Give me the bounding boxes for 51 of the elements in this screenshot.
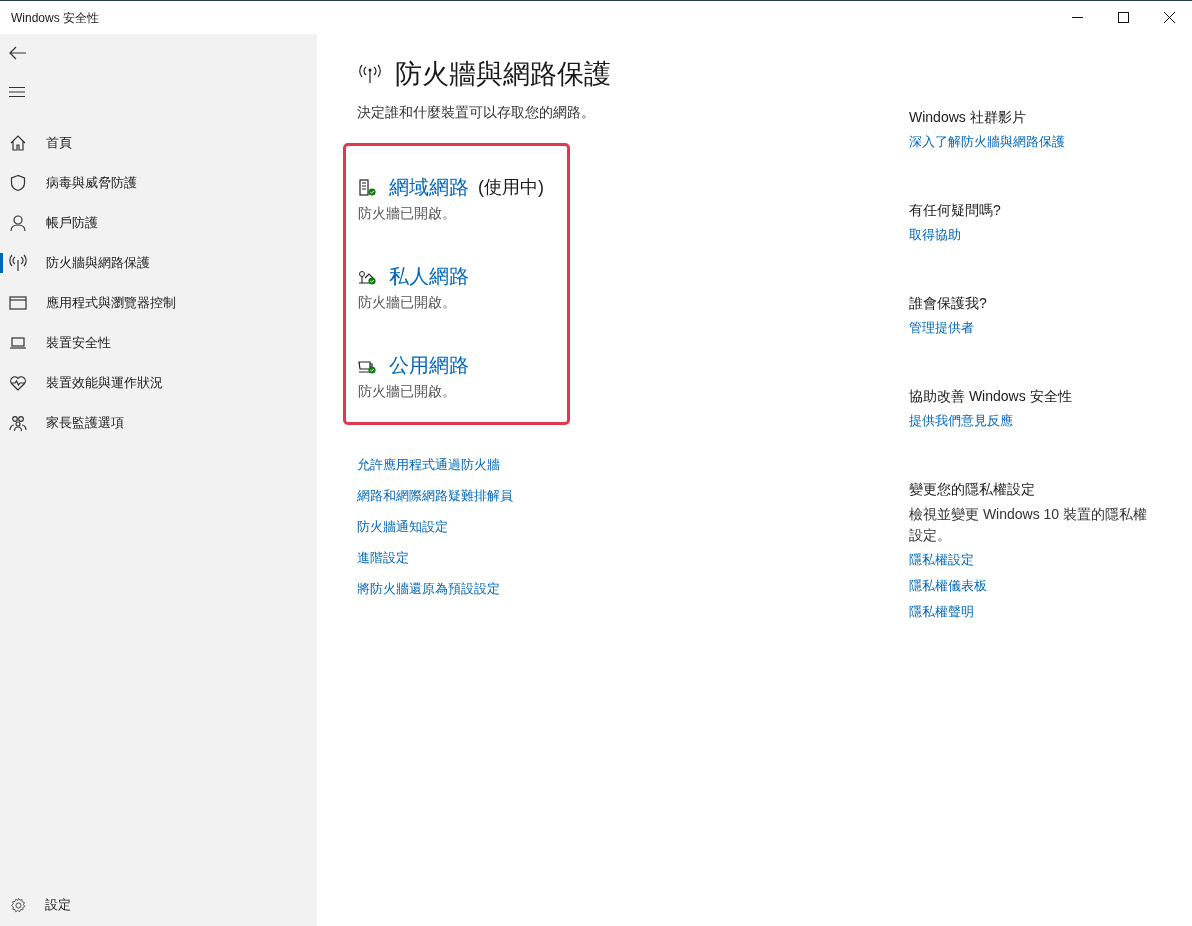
- firewall-status: 防火牆已開啟。: [358, 382, 457, 401]
- close-icon: [1163, 12, 1175, 23]
- person-icon: [9, 214, 27, 232]
- page-subtitle: 決定誰和什麼裝置可以存取您的網路。: [357, 103, 596, 122]
- link[interactable]: 將防火牆還原為預設設定: [357, 579, 500, 599]
- maximize-icon: [1117, 12, 1129, 23]
- link[interactable]: 允許應用程式通過防火牆: [357, 455, 500, 475]
- network-link[interactable]: 私人網路: [389, 262, 469, 290]
- window-title: Windows 安全性: [10, 9, 100, 27]
- link[interactable]: 取得協助: [909, 225, 961, 245]
- page-title: 防火牆與網路保護: [395, 58, 611, 91]
- link[interactable]: 提供我們意見反應: [909, 411, 1013, 431]
- settings-item[interactable]: 設定: [0, 885, 317, 925]
- link[interactable]: 隱私權儀表板: [909, 576, 987, 596]
- network-link[interactable]: 網域網路: [389, 173, 469, 201]
- heart-pulse-icon: [9, 374, 27, 392]
- section-heading: Windows 社群影片: [909, 108, 1027, 127]
- settings-icon: [10, 896, 27, 914]
- laptop-icon: [9, 334, 27, 352]
- building-check-icon: [358, 178, 376, 196]
- sidebar-item[interactable]: 家長監護選項: [0, 413, 317, 433]
- link[interactable]: 網路和網際網路疑難排解員: [357, 486, 513, 506]
- sidebar-item[interactable]: 裝置安全性: [0, 333, 317, 353]
- link[interactable]: 隱私權聲明: [909, 602, 974, 622]
- home-icon: [9, 134, 27, 152]
- section-text: 檢視並變更 Windows 10 裝置的隱私權設定。: [909, 505, 1149, 545]
- link[interactable]: 進階設定: [357, 548, 409, 568]
- antenna-icon: [9, 254, 27, 272]
- antenna-icon: [357, 64, 383, 84]
- firewall-status: 防火牆已開啟。: [358, 204, 457, 223]
- sidebar-item[interactable]: 裝置效能與運作狀況: [0, 373, 317, 393]
- network-link[interactable]: 公用網路: [389, 351, 469, 379]
- network-active-label: (使用中): [478, 176, 544, 199]
- sidebar-item[interactable]: 防火牆與網路保護: [0, 253, 317, 273]
- sidebar-item[interactable]: 首頁: [0, 133, 317, 153]
- section-heading: 變更您的隱私權設定: [909, 480, 1036, 499]
- section-heading: 誰會保護我?: [909, 294, 988, 313]
- sidebar-item[interactable]: 帳戶防護: [0, 213, 317, 233]
- sidebar-item[interactable]: 病毒與威脅防護: [0, 173, 317, 193]
- people-icon: [9, 414, 27, 432]
- window-icon: [9, 294, 27, 312]
- link[interactable]: 深入了解防火牆與網路保護: [909, 132, 1065, 152]
- link[interactable]: 防火牆通知設定: [357, 517, 448, 537]
- link[interactable]: 隱私權設定: [909, 550, 974, 570]
- link[interactable]: 管理提供者: [909, 318, 974, 338]
- menu-button[interactable]: [8, 84, 26, 100]
- section-heading: 有任何疑問嗎?: [909, 201, 1002, 220]
- firewall-status: 防火牆已開啟。: [358, 293, 457, 312]
- sidebar-item[interactable]: 應用程式與瀏覽器控制: [0, 293, 317, 313]
- shield-icon: [9, 174, 27, 192]
- section-heading: 協助改善 Windows 安全性: [909, 387, 1073, 406]
